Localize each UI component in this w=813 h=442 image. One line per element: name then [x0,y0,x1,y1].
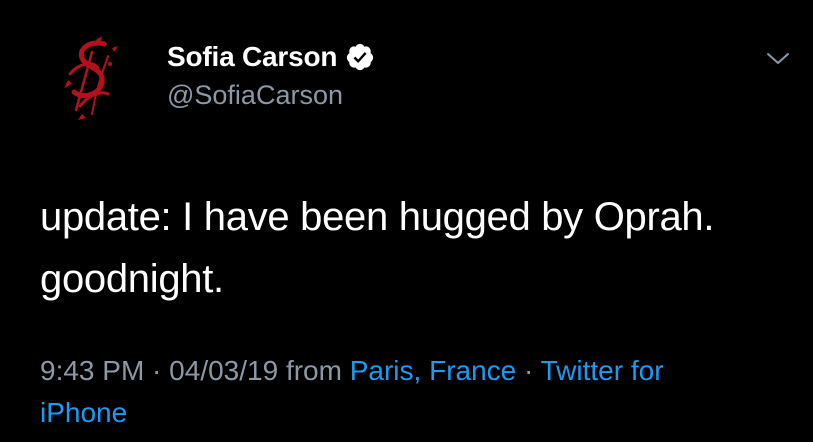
author-handle[interactable]: @SofiaCarson [167,80,343,111]
source-link-continued[interactable]: iPhone [40,392,800,434]
verified-badge-icon [345,42,375,72]
meta-separator: · [516,355,541,386]
tweet-text-line: goodnight. [40,257,224,301]
tweet-text-line: update: I have been hugged by Oprah. [40,195,715,239]
chevron-down-icon[interactable] [762,46,794,70]
from-text: from [278,355,350,386]
tweet-card: Sofia Carson @SofiaCarson update: I have… [0,0,813,442]
display-name[interactable]: Sofia Carson [167,41,338,73]
tweet-time[interactable]: 9:43 PM [40,355,144,386]
author-name-row[interactable]: Sofia Carson [167,38,375,76]
avatar[interactable] [52,34,130,120]
tweet-meta: 9:43 PM · 04/03/19 from Paris, France · … [40,350,800,434]
source-link[interactable]: Twitter for [541,355,664,386]
tweet-date[interactable]: 04/03/19 [169,355,278,386]
location-link[interactable]: Paris, France [350,355,517,386]
tweet-text: update: I have been hugged by Oprah. goo… [40,186,800,310]
monogram-logo-icon [64,36,118,120]
meta-separator: · [144,355,170,386]
